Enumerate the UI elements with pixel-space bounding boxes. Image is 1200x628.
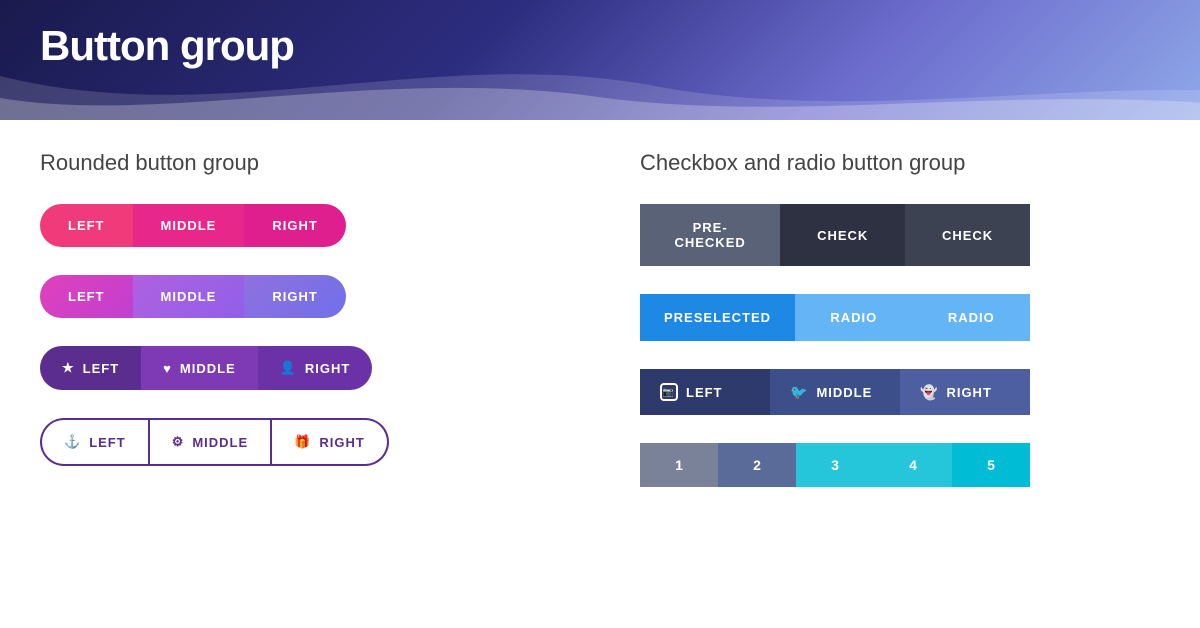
icon-left-label: LEFT: [83, 361, 120, 376]
left-section-title: Rounded button group: [40, 150, 560, 176]
checkbox-btn-group: PRE-CHECKED CHECK CHECK: [640, 204, 1030, 266]
outline-middle-label: MIDDLE: [192, 435, 248, 450]
twitter-icon: 🐦: [790, 384, 808, 401]
purple-right-button[interactable]: RIGHT: [244, 275, 345, 318]
social-middle-label: MIDDLE: [816, 385, 872, 400]
btn-group-dark-purple: ★ LEFT ♥ MIDDLE 👤 RIGHT: [40, 346, 560, 390]
pink-right-button[interactable]: RIGHT: [244, 204, 345, 247]
outline-right-label: RIGHT: [319, 435, 364, 450]
anchor-icon: ⚓: [64, 434, 81, 450]
radio2-button[interactable]: RADIO: [913, 294, 1030, 341]
btn-group-purple: LEFT MIDDLE RIGHT: [40, 275, 560, 318]
num3-button[interactable]: 3: [796, 443, 874, 487]
social-right-button[interactable]: 👻 RIGHT: [900, 369, 1030, 415]
user-icon: 👤: [280, 360, 297, 376]
social-left-label: LEFT: [686, 385, 723, 400]
purple-left-button[interactable]: LEFT: [40, 275, 133, 318]
left-panel: Rounded button group LEFT MIDDLE RIGHT L…: [0, 130, 600, 628]
preselected-button[interactable]: PRESELECTED: [640, 294, 795, 341]
purple-middle-button[interactable]: MIDDLE: [133, 275, 245, 318]
icon-right-label: RIGHT: [305, 361, 350, 376]
radio1-button[interactable]: RADIO: [795, 294, 912, 341]
header: Button group: [0, 0, 1200, 120]
social-right-label: RIGHT: [946, 385, 991, 400]
instagram-icon: 📷: [660, 383, 678, 401]
num2-button[interactable]: 2: [718, 443, 796, 487]
num1-button[interactable]: 1: [640, 443, 718, 487]
star-icon: ★: [62, 360, 75, 376]
num4-button[interactable]: 4: [874, 443, 952, 487]
check2-button[interactable]: CHECK: [905, 204, 1030, 266]
snapchat-icon: 👻: [920, 384, 938, 401]
gift-icon: 🎁: [294, 434, 311, 450]
right-panel: Checkbox and radio button group PRE-CHEC…: [600, 130, 1200, 628]
radio-btn-group: PRESELECTED RADIO RADIO: [640, 294, 1030, 341]
heart-icon: ♥: [163, 361, 172, 376]
outline-left-button[interactable]: ⚓ LEFT: [40, 418, 149, 466]
right-section-title: Checkbox and radio button group: [640, 150, 1160, 176]
pre-checked-button[interactable]: PRE-CHECKED: [640, 204, 780, 266]
outline-right-button[interactable]: 🎁 RIGHT: [271, 418, 389, 466]
number-btn-group: 1 2 3 4 5: [640, 443, 1030, 487]
gear-icon: ⚙: [172, 434, 185, 450]
pink-middle-button[interactable]: MIDDLE: [133, 204, 245, 247]
check1-button[interactable]: CHECK: [780, 204, 905, 266]
outline-left-label: LEFT: [89, 435, 126, 450]
btn-group-outlined: ⚓ LEFT ⚙ MIDDLE 🎁 RIGHT: [40, 418, 560, 466]
social-btn-group: 📷 LEFT 🐦 MIDDLE 👻 RIGHT: [640, 369, 1030, 415]
main-content: Rounded button group LEFT MIDDLE RIGHT L…: [0, 130, 1200, 628]
icon-middle-button[interactable]: ♥ MIDDLE: [141, 346, 258, 390]
icon-left-button[interactable]: ★ LEFT: [40, 346, 141, 390]
social-left-button[interactable]: 📷 LEFT: [640, 369, 770, 415]
page-title: Button group: [40, 22, 294, 70]
social-middle-button[interactable]: 🐦 MIDDLE: [770, 369, 900, 415]
icon-right-button[interactable]: 👤 RIGHT: [258, 346, 373, 390]
btn-group-pink: LEFT MIDDLE RIGHT: [40, 204, 560, 247]
outline-middle-button[interactable]: ⚙ MIDDLE: [149, 418, 272, 466]
icon-middle-label: MIDDLE: [180, 361, 236, 376]
num5-button[interactable]: 5: [952, 443, 1030, 487]
pink-left-button[interactable]: LEFT: [40, 204, 133, 247]
